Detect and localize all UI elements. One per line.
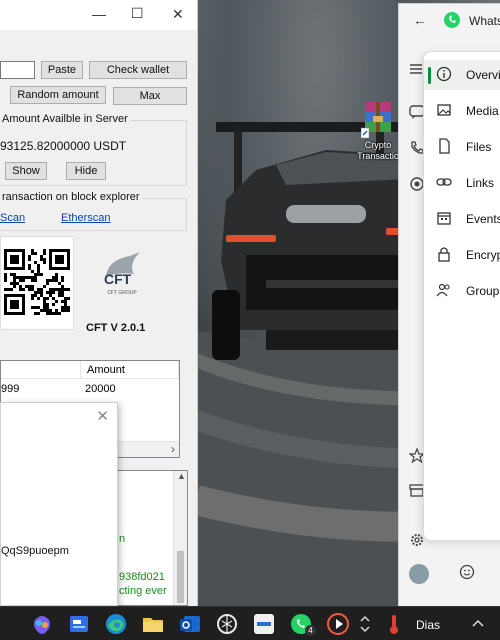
outlook-icon[interactable] — [178, 612, 202, 636]
menu-item-label: Media — [466, 104, 499, 118]
menu-item-overview[interactable]: Overvi — [424, 60, 500, 90]
amount-input[interactable] — [0, 61, 35, 79]
server-amount-value: 93125.82000000 USDT — [0, 139, 127, 153]
back-arrow-icon[interactable]: ← — [413, 12, 427, 28]
media-icon — [436, 102, 454, 120]
minimize-icon[interactable]: — — [92, 6, 106, 22]
active-indicator — [428, 67, 431, 84]
show-hidden-icons-icon[interactable] — [358, 612, 372, 636]
whatsapp-logo-icon — [443, 11, 461, 32]
taskbar: 4 Dias — [0, 606, 500, 640]
grid-cell: 999 — [1, 383, 20, 395]
file-icon — [436, 138, 454, 156]
cft-logo: CFT CFT GROUP — [100, 250, 144, 300]
menu-item-label: Events — [466, 212, 500, 226]
popup-dialog: ✕ QqS9puoepm — [0, 402, 118, 606]
calendar-icon — [436, 210, 454, 228]
show-button[interactable]: Show — [5, 162, 47, 180]
log-line: 938fd021 — [119, 571, 165, 583]
winrar-archive-icon — [360, 100, 395, 140]
tray-label: Dias — [416, 618, 441, 632]
widgets-icon[interactable] — [67, 612, 91, 636]
window-title: WhatsA — [469, 14, 500, 28]
menu-item-label: Overvi — [466, 68, 500, 82]
log-vertical-scrollbar[interactable]: ▲ — [173, 471, 187, 605]
whatsapp-taskbar-icon[interactable]: 4 — [289, 612, 316, 636]
chevron-up-icon[interactable] — [470, 612, 486, 636]
group-icon — [436, 282, 454, 300]
menu-item-groups[interactable]: Groups — [424, 276, 500, 306]
copilot-icon[interactable] — [30, 612, 54, 636]
whatsapp-window: ← WhatsA Overvi Media Fil — [398, 3, 500, 606]
profile-avatar[interactable] — [409, 564, 429, 584]
max-button[interactable]: Max — [113, 87, 187, 105]
grid-header-amount[interactable]: Amount — [81, 361, 179, 379]
menu-item-links[interactable]: Links — [424, 168, 500, 198]
svg-text:CFT: CFT — [104, 271, 132, 287]
scroll-up-icon[interactable]: ▲ — [177, 471, 186, 481]
menu-item-files[interactable]: Files — [424, 132, 500, 162]
version-label: CFT V 2.0.1 — [86, 322, 146, 334]
log-line: n — [119, 533, 126, 545]
chatgpt-icon[interactable] — [215, 612, 239, 636]
chat-info-panel: Overvi Media Files Links Events Encryp G… — [423, 51, 500, 541]
scroll-thumb[interactable] — [177, 551, 184, 603]
close-icon[interactable]: ✕ — [172, 6, 184, 22]
lock-icon — [436, 246, 454, 264]
info-icon — [436, 66, 454, 84]
link-icon — [436, 174, 454, 192]
menu-item-media[interactable]: Media — [424, 96, 500, 126]
maximize-icon[interactable]: ☐ — [131, 5, 144, 21]
menu-item-label: Groups — [466, 284, 500, 298]
close-icon[interactable]: ✕ — [96, 407, 109, 425]
menu-item-encryption[interactable]: Encryp — [424, 240, 500, 270]
notification-badge: 4 — [305, 625, 316, 636]
hide-button[interactable]: Hide — [66, 162, 106, 180]
paste-button[interactable]: Paste — [41, 61, 83, 79]
qr-code — [0, 236, 74, 330]
etherscan-link[interactable]: Etherscan — [61, 212, 111, 224]
media-player-icon[interactable] — [326, 612, 350, 636]
thermometer-icon — [386, 612, 402, 636]
window-titlebar: — ☐ ✕ — [0, 0, 197, 30]
grid-cell: 20000 — [85, 383, 116, 395]
menu-item-label: Links — [466, 176, 495, 190]
log-line: cting ever — [119, 585, 167, 597]
explorer-group-title: ransaction on block explorer — [0, 191, 142, 203]
wallet-address-fragment: QqS9puoepm — [1, 545, 69, 557]
scan-link[interactable]: Scan — [0, 212, 25, 224]
file-explorer-icon[interactable] — [141, 612, 165, 636]
menu-item-events[interactable]: Events — [424, 204, 500, 234]
random-amount-button[interactable]: Random amount — [10, 86, 106, 104]
grid-header-first[interactable] — [1, 361, 81, 379]
emoji-icon[interactable] — [459, 564, 475, 583]
menu-item-label: Encryp — [466, 248, 500, 262]
server-group-title: Amount Availble in Server — [0, 113, 130, 125]
app-shortcut-icon[interactable] — [252, 612, 276, 636]
check-wallet-button[interactable]: Check wallet — [89, 61, 187, 79]
edge-browser-icon[interactable] — [104, 612, 128, 636]
cft-logo-text: CFT GROUP — [107, 290, 137, 296]
scroll-right-icon[interactable]: › — [171, 442, 175, 456]
menu-item-label: Files — [466, 140, 492, 154]
